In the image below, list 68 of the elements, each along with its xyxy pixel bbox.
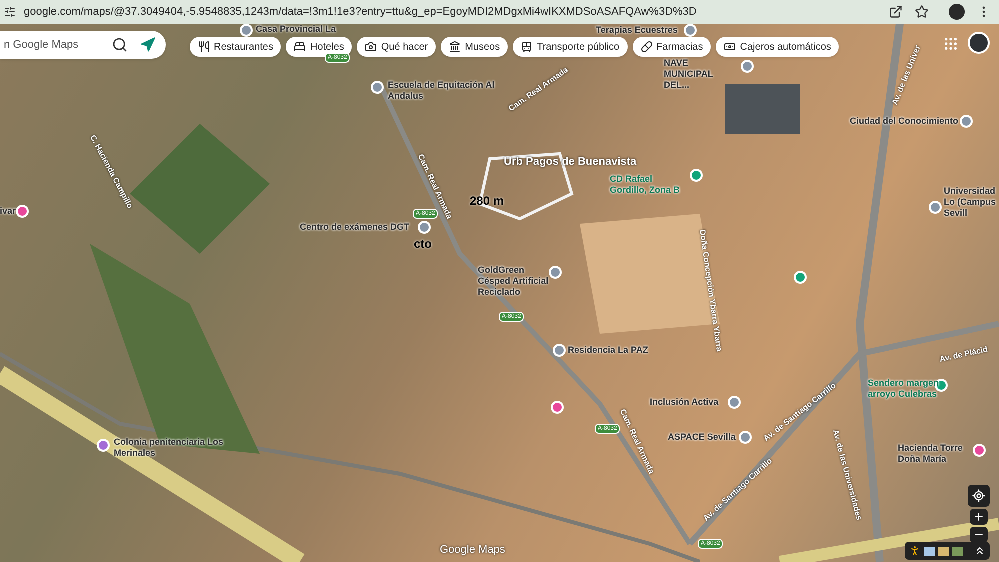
place-pin-icon[interactable] <box>929 201 942 214</box>
map-attribution: Google Maps <box>440 543 506 558</box>
locate-icon <box>972 489 986 503</box>
place-pin-icon[interactable] <box>16 205 29 218</box>
search-box[interactable]: n Google Maps <box>0 31 166 59</box>
zoom-out-button[interactable] <box>970 527 988 543</box>
place-label[interactable]: Residencia La PAZ <box>568 345 648 356</box>
my-location-button[interactable] <box>968 485 990 507</box>
place-pin-icon[interactable] <box>549 266 562 279</box>
marker-label: cto <box>414 236 432 253</box>
url-text[interactable]: google.com/maps/@37.3049404,-5.9548835,1243m/data=!3m1!1e3?entry=ttu&g_ep=EgoyMDI2MDgxMi4wIKXMDSoASAFQAw%3D%3D <box>24 4 697 20</box>
place-label[interactable]: Terapias Ecuestres <box>596 25 678 36</box>
street-label: Av. de Plácid <box>938 344 990 366</box>
place-label[interactable]: ivar <box>0 206 16 217</box>
category-chip[interactable]: Transporte público <box>513 37 628 57</box>
category-chip[interactable]: Farmacias <box>632 37 712 57</box>
plus-icon <box>973 511 985 523</box>
satellite-layer-thumbnail[interactable] <box>952 546 963 556</box>
category-chip[interactable]: Cajeros automáticos <box>716 37 840 57</box>
place-label[interactable]: Centro de exámenes DGT <box>300 222 410 233</box>
profile-avatar[interactable] <box>949 4 965 20</box>
bookmark-star-icon[interactable] <box>915 5 929 19</box>
museum-icon <box>449 41 462 53</box>
account-avatar[interactable] <box>968 32 990 54</box>
place-pin-icon[interactable] <box>418 221 431 234</box>
terrain-layer-thumbnail[interactable] <box>938 546 949 556</box>
place-label[interactable]: Escuela de Equitación Al Andalus <box>388 80 498 102</box>
place-pin-icon[interactable] <box>960 115 973 128</box>
street-label: Av. de las Univer <box>889 44 924 108</box>
place-pin-icon[interactable] <box>741 60 754 73</box>
search-icon[interactable] <box>112 37 128 53</box>
place-pin-icon[interactable] <box>240 24 253 37</box>
street-view-person-icon[interactable] <box>909 545 921 557</box>
place-label[interactable]: ASPACE Sevilla <box>668 432 736 443</box>
bed-icon <box>294 41 306 53</box>
place-pin-icon[interactable] <box>684 24 697 37</box>
site-settings-icon[interactable] <box>4 6 16 18</box>
place-label[interactable]: Ciudad del Conocimiento <box>850 116 959 127</box>
place-label[interactable]: Casa Provincial La <box>256 24 336 35</box>
place-pin-icon[interactable] <box>794 271 807 284</box>
place-label[interactable]: Inclusión Activa <box>650 397 719 408</box>
transit-icon <box>521 41 534 53</box>
camera-icon <box>365 41 378 53</box>
place-pin-icon[interactable] <box>973 444 986 457</box>
apps-grid-icon[interactable] <box>943 36 959 52</box>
place-pin-icon[interactable] <box>371 81 384 94</box>
place-pin-icon[interactable] <box>728 396 741 409</box>
category-chip[interactable]: Restaurantes <box>190 37 282 57</box>
utensils-icon <box>198 41 210 53</box>
place-label[interactable]: NAVE MUNICIPAL DEL... <box>664 58 738 91</box>
place-pin-icon[interactable] <box>739 431 752 444</box>
place-label[interactable]: Hacienda Torre Doña María <box>898 443 970 465</box>
search-input[interactable]: n Google Maps <box>4 36 104 54</box>
place-label[interactable]: GoldGreen Césped Artificial Reciclado <box>478 265 558 298</box>
pill-icon <box>640 41 653 53</box>
place-pin-icon[interactable] <box>551 401 564 414</box>
expand-icon[interactable] <box>974 545 986 557</box>
banknote-icon <box>724 41 736 53</box>
map-layer-thumbnail[interactable] <box>924 546 935 556</box>
category-chip[interactable]: Museos <box>441 37 508 57</box>
zoom-in-button[interactable] <box>970 509 988 525</box>
place-pin-icon[interactable] <box>553 344 566 357</box>
directions-icon[interactable] <box>140 37 156 53</box>
street-label: Doña Concepción Ybarra Ybarra <box>697 229 726 352</box>
open-in-app-icon[interactable] <box>889 5 903 19</box>
category-chip[interactable]: Qué hacer <box>357 37 436 57</box>
place-pin-icon[interactable] <box>690 169 703 182</box>
place-label[interactable]: Universidad Lo (Campus Sevill <box>944 186 996 219</box>
